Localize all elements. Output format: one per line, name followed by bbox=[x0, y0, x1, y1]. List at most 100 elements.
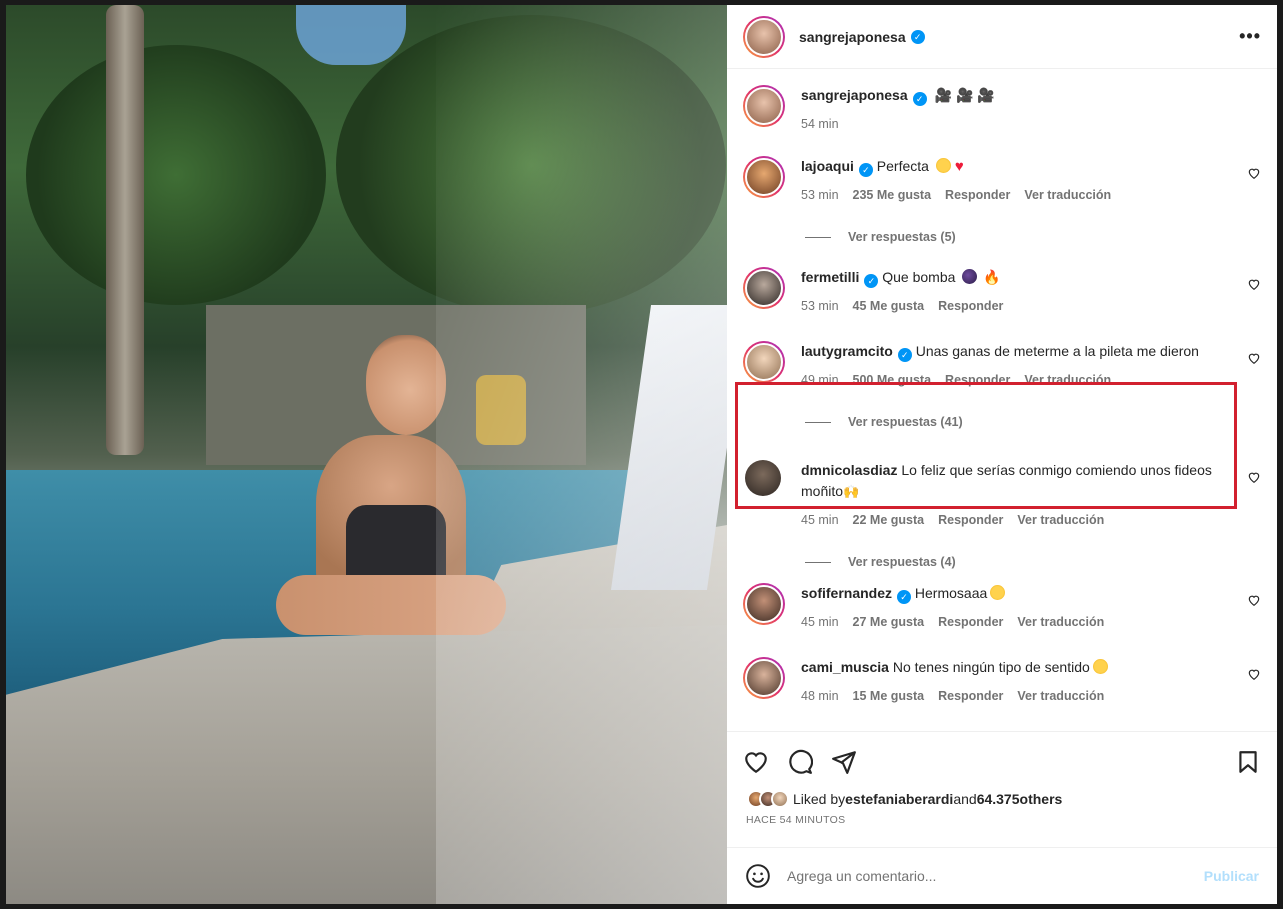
comment-username[interactable]: cami_muscia bbox=[801, 659, 889, 675]
reply-button[interactable]: Responder bbox=[938, 510, 1003, 531]
publish-button[interactable]: Publicar bbox=[1204, 868, 1259, 884]
view-replies-button[interactable]: Ver respuestas (41) bbox=[805, 415, 1263, 429]
likes-summary: Liked by estefaniaberardi and 64.375 oth… bbox=[727, 790, 1277, 808]
bomb-emoji-icon bbox=[962, 269, 978, 284]
movie-camera-emoji-icon: 🎥 bbox=[977, 87, 995, 103]
view-replies-button[interactable]: Ver respuestas (4) bbox=[805, 555, 1263, 569]
comment-avatar[interactable] bbox=[743, 267, 785, 309]
post-side-panel: sangrejaponesa ✓ ••• sangrejaponesa ✓ 🎥 🎥 🎥… bbox=[727, 5, 1277, 904]
comment-username[interactable]: fermetilli bbox=[801, 269, 859, 285]
comment-bubble-icon[interactable] bbox=[787, 749, 813, 775]
verified-badge-icon: ✓ bbox=[897, 348, 912, 362]
photo-person-head bbox=[366, 335, 446, 435]
comment-likes[interactable]: 22 Me gusta bbox=[853, 510, 925, 531]
photo-foliage bbox=[26, 45, 326, 305]
comment-likes[interactable]: 15 Me gusta bbox=[853, 686, 925, 707]
likes-user[interactable]: estefaniaberardi bbox=[845, 791, 953, 807]
author-avatar[interactable] bbox=[743, 15, 785, 58]
verified-badge-icon: ✓ bbox=[910, 29, 925, 44]
photo-sunlight bbox=[436, 5, 727, 904]
like-comment-heart-icon[interactable] bbox=[1247, 667, 1261, 681]
caption: sangrejaponesa ✓ 🎥 🎥 🎥 54 min bbox=[743, 85, 1263, 135]
like-comment-heart-icon[interactable] bbox=[1247, 166, 1261, 180]
like-comment-heart-icon[interactable] bbox=[1247, 351, 1261, 365]
comment-item: cami_muscia No tenes ningún tipo de sent… bbox=[743, 657, 1263, 707]
comment-avatar[interactable] bbox=[743, 657, 785, 699]
comment-time: 53 min bbox=[801, 188, 839, 202]
more-options-icon[interactable]: ••• bbox=[1239, 26, 1261, 47]
photo-palm-trunk bbox=[106, 5, 144, 455]
comment-likes[interactable]: 27 Me gusta bbox=[853, 612, 925, 633]
comment-username[interactable]: lautygramcito bbox=[801, 343, 893, 359]
translate-button[interactable]: Ver traducción bbox=[1024, 370, 1111, 391]
reply-button[interactable]: Responder bbox=[945, 185, 1010, 206]
like-heart-icon[interactable] bbox=[743, 749, 769, 775]
verified-badge-icon: ✓ bbox=[912, 92, 927, 106]
comment-text: Que bomba bbox=[882, 269, 956, 285]
reply-button[interactable]: Responder bbox=[945, 370, 1010, 391]
like-comment-heart-icon[interactable] bbox=[1247, 470, 1261, 484]
share-send-icon[interactable] bbox=[831, 749, 857, 775]
photo-sky bbox=[296, 5, 406, 65]
verified-badge-icon: ✓ bbox=[897, 590, 912, 604]
comment-item: sofifernandez ✓ Hermosaaa 45 min 27 Me gu… bbox=[743, 583, 1263, 633]
like-comment-heart-icon[interactable] bbox=[1247, 593, 1261, 607]
comment-item: lautygramcito ✓ Unas ganas de meterme a l… bbox=[743, 341, 1263, 429]
comment-item: dmnicolasdiaz Lo feliz que serías conmig… bbox=[743, 460, 1263, 569]
view-replies-button[interactable]: Ver respuestas (5) bbox=[805, 230, 1263, 244]
translate-button[interactable]: Ver traducción bbox=[1017, 612, 1104, 633]
comment-avatar[interactable] bbox=[743, 341, 785, 383]
post-actions: Liked by estefaniaberardi and 64.375 oth… bbox=[727, 731, 1277, 851]
comment-likes[interactable]: 500 Me gusta bbox=[853, 370, 932, 391]
caption-username[interactable]: sangrejaponesa bbox=[801, 87, 908, 103]
like-comment-heart-icon[interactable] bbox=[1247, 277, 1261, 291]
emoji-smiley-icon[interactable] bbox=[745, 863, 771, 889]
comment-item: lajoaqui ✓ Perfecta ♥ 53 min 235 Me gusta… bbox=[743, 156, 1263, 244]
comments-list[interactable]: sangrejaponesa ✓ 🎥 🎥 🎥 54 min lajoaqui ✓ Per… bbox=[727, 70, 1277, 730]
verified-badge-icon: ✓ bbox=[858, 163, 873, 177]
red-heart-emoji-icon: ♥ bbox=[954, 158, 964, 175]
likes-middle: and bbox=[953, 791, 977, 807]
comment-avatar[interactable] bbox=[743, 583, 785, 625]
comment-username[interactable]: dmnicolasdiaz bbox=[801, 462, 897, 478]
comment-text: Perfecta bbox=[876, 158, 929, 174]
comment-username[interactable]: sofifernandez bbox=[801, 585, 892, 601]
heart-eyes-emoji-icon bbox=[1092, 659, 1108, 674]
comment-likes[interactable]: 45 Me gusta bbox=[853, 296, 925, 317]
raised-hands-emoji-icon: 🙌 bbox=[843, 484, 860, 499]
reply-button[interactable]: Responder bbox=[938, 686, 1003, 707]
movie-camera-emoji-icon: 🎥 bbox=[955, 87, 974, 103]
comment-text: No tenes ningún tipo de sentido bbox=[892, 659, 1090, 675]
likes-count[interactable]: 64.375 bbox=[977, 791, 1020, 807]
verified-badge-icon: ✓ bbox=[864, 274, 879, 288]
post-header: sangrejaponesa ✓ ••• bbox=[727, 5, 1277, 69]
heart-eyes-emoji-icon bbox=[935, 158, 951, 173]
comment-time: 49 min bbox=[801, 373, 839, 387]
fire-emoji-icon: 🔥 bbox=[983, 269, 1001, 285]
author-username[interactable]: sangrejaponesa bbox=[799, 29, 906, 45]
translate-button[interactable]: Ver traducción bbox=[1017, 686, 1104, 707]
translate-button[interactable]: Ver traducción bbox=[1017, 510, 1104, 531]
comment-time: 45 min bbox=[801, 615, 839, 629]
heart-eyes-emoji-icon bbox=[990, 585, 1006, 600]
reply-button[interactable]: Responder bbox=[938, 296, 1003, 317]
comment-text: Unas ganas de meterme a la pileta me die… bbox=[915, 343, 1199, 359]
save-bookmark-icon[interactable] bbox=[1235, 749, 1261, 775]
comment-time: 45 min bbox=[801, 513, 839, 527]
comment-likes[interactable]: 235 Me gusta bbox=[853, 185, 932, 206]
likes-suffix[interactable]: others bbox=[1020, 791, 1063, 807]
movie-camera-emoji-icon: 🎥 bbox=[934, 87, 952, 103]
translate-button[interactable]: Ver traducción bbox=[1024, 185, 1111, 206]
liker-avatar bbox=[771, 790, 789, 808]
likes-prefix: Liked by bbox=[793, 791, 846, 807]
reply-button[interactable]: Responder bbox=[938, 612, 1003, 633]
post-time-ago: HACE 54 MINUTOS bbox=[746, 814, 846, 826]
caption-avatar[interactable] bbox=[743, 85, 785, 127]
comment-composer: Publicar bbox=[727, 847, 1277, 904]
caption-time: 54 min bbox=[801, 117, 839, 131]
comment-avatar[interactable] bbox=[743, 156, 785, 198]
comment-time: 48 min bbox=[801, 689, 839, 703]
comment-username[interactable]: lajoaqui bbox=[801, 158, 854, 174]
comment-input[interactable] bbox=[787, 868, 1204, 884]
comment-avatar[interactable] bbox=[745, 460, 781, 496]
